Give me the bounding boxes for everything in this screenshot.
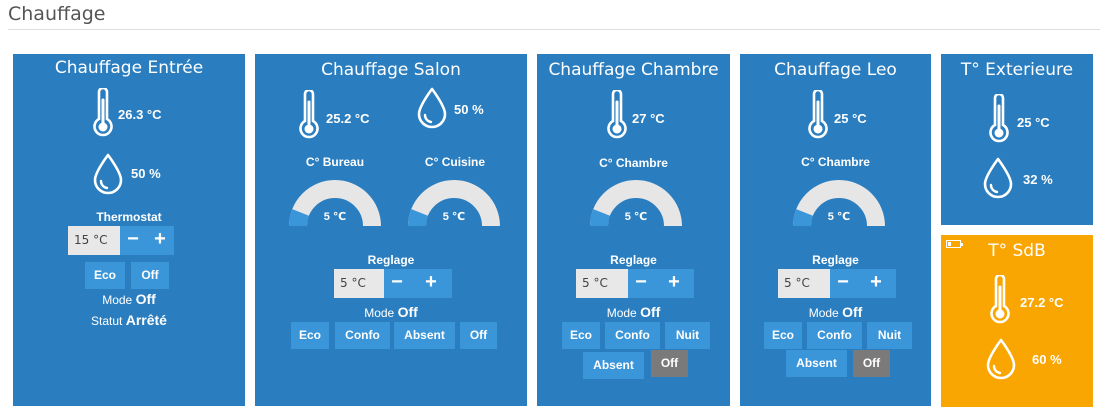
mode-line: Mode Off (537, 304, 730, 320)
setpoint-field[interactable]: 5 °C (778, 269, 830, 298)
card-title: T° Exterieure (960, 60, 1074, 80)
card-title: Chauffage Chambre (548, 60, 719, 80)
setpoint-field[interactable]: 5 °C (334, 269, 384, 298)
mode-label: Mode (364, 306, 395, 320)
thermometer-icon (297, 90, 321, 140)
increase-button[interactable]: + (410, 269, 452, 298)
mode-line: Mode Off (13, 291, 245, 307)
reglage-label: Reglage (610, 253, 657, 267)
gauge-label-chambre: C° Chambre (599, 156, 668, 170)
humidity-value: 50 % (131, 166, 161, 181)
mode-value: Off (640, 304, 661, 320)
statut-value: Arrêté (125, 312, 167, 328)
statut-line: Statut Arrêté (13, 312, 245, 328)
reglage-stepper: 5 °C − + (778, 269, 896, 298)
eco-button[interactable]: Eco (291, 322, 329, 349)
mode-value: Off (397, 304, 418, 320)
thermostat-label: Thermostat (96, 210, 162, 224)
eco-button[interactable]: Eco (764, 322, 802, 349)
decrease-button[interactable]: − (384, 269, 410, 298)
mode-label: Mode (606, 306, 637, 320)
card-title: Chauffage Leo (774, 60, 897, 80)
humidity-value: 32 % (1023, 172, 1053, 187)
card-chauffage-leo: Chauffage Leo 25 °C C° Chambre 5 ℃ Regla… (740, 54, 931, 406)
humidity-value: 50 % (454, 102, 484, 117)
temperature-value: 27.2 °C (1020, 295, 1064, 310)
mode-label: Mode (102, 293, 133, 307)
humidity-value: 60 % (1032, 352, 1062, 367)
mode-value: Off (135, 291, 156, 307)
temperature-value: 27 °C (632, 111, 665, 126)
water-drop-icon (91, 152, 125, 196)
thermometer-icon (91, 88, 115, 138)
thermometer-icon (988, 275, 1012, 325)
thermometer-icon (806, 90, 830, 140)
card-title: Chauffage Entrée (54, 58, 204, 78)
increase-button[interactable]: + (146, 226, 174, 255)
confo-button[interactable]: Confo (605, 322, 660, 349)
eco-button[interactable]: Eco (85, 262, 125, 289)
off-button[interactable]: Off (460, 322, 497, 349)
confo-button[interactable]: Confo (335, 322, 390, 349)
card-chauffage-entree: Chauffage Entrée 26.3 °C 50 % Thermostat… (13, 54, 245, 406)
water-drop-icon (981, 156, 1015, 200)
absent-button[interactable]: Absent (394, 322, 455, 349)
eco-button[interactable]: Eco (562, 322, 600, 349)
temperature-value: 25 °C (834, 111, 867, 126)
card-title: Chauffage Salon (321, 60, 461, 80)
decrease-button[interactable]: − (120, 226, 146, 255)
water-drop-icon (415, 86, 449, 130)
increase-button[interactable]: + (856, 269, 896, 298)
thermometer-icon (987, 94, 1011, 144)
nuit-button[interactable]: Nuit (665, 322, 710, 349)
thermostat-stepper: 15 °C − + (68, 226, 174, 255)
gauge-bureau: 5 ℃ (288, 178, 382, 228)
card-chauffage-salon: Chauffage Salon 25.2 °C 50 % C° Bureau 5… (255, 54, 527, 406)
reglage-stepper: 5 °C − + (576, 269, 694, 298)
card-temp-exterieure: T° Exterieure 25 °C 32 % (941, 54, 1093, 225)
temperature-value: 25.2 °C (326, 111, 370, 126)
mode-label: Mode (808, 306, 839, 320)
off-button[interactable]: Off (853, 350, 890, 377)
decrease-button[interactable]: − (628, 269, 654, 298)
statut-label: Statut (91, 314, 123, 328)
gauge-label-chambre: C° Chambre (801, 155, 870, 169)
mode-value: Off (842, 304, 863, 320)
gauge-value: 5 ℃ (323, 211, 347, 223)
mode-line: Mode Off (740, 304, 931, 320)
gauge-cuisine: 5 ℃ (407, 178, 501, 228)
temperature-value: 26.3 °C (118, 107, 162, 122)
mode-line: Mode Off (255, 304, 527, 320)
title-divider (8, 29, 1100, 30)
reglage-label: Reglage (812, 253, 859, 267)
reglage-stepper: 5 °C − + (334, 269, 452, 298)
absent-button[interactable]: Absent (583, 352, 644, 379)
gauge-value: 5 ℃ (827, 211, 851, 223)
setpoint-field[interactable]: 5 °C (576, 269, 628, 298)
gauge-value: 5 ℃ (442, 211, 466, 223)
gauge-label-cuisine: C° Cuisine (424, 155, 486, 169)
gauge-leo: 5 ℃ (792, 178, 886, 228)
gauge-label-bureau: C° Bureau (305, 155, 365, 169)
temperature-value: 25 °C (1017, 115, 1050, 130)
thermometer-icon (605, 90, 629, 140)
card-temp-sdb: T° SdB 27.2 °C 60 % (941, 235, 1093, 407)
off-button[interactable]: Off (651, 350, 688, 377)
absent-button[interactable]: Absent (786, 350, 847, 377)
water-drop-icon (984, 337, 1018, 381)
gauge-value: 5 ℃ (624, 211, 648, 223)
reglage-label: Reglage (367, 253, 415, 267)
nuit-button[interactable]: Nuit (867, 322, 912, 349)
gauge-chambre: 5 ℃ (589, 178, 683, 228)
confo-button[interactable]: Confo (807, 322, 862, 349)
setpoint-field[interactable]: 15 °C (68, 226, 120, 255)
decrease-button[interactable]: − (830, 269, 856, 298)
card-chauffage-chambre: Chauffage Chambre 27 °C C° Chambre 5 ℃ R… (537, 54, 730, 406)
card-title: T° SdB (988, 241, 1046, 261)
page-title: Chauffage (8, 3, 106, 25)
increase-button[interactable]: + (654, 269, 694, 298)
off-button[interactable]: Off (131, 262, 169, 289)
